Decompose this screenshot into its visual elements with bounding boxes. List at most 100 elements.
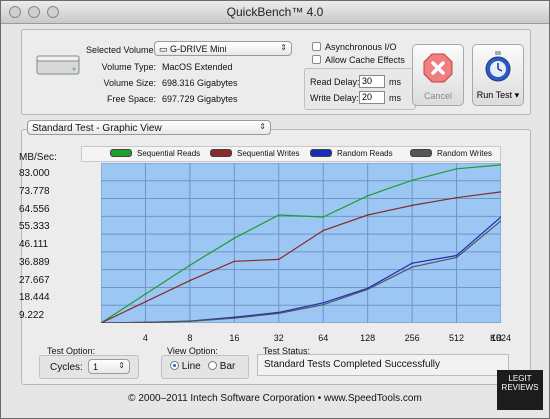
data-point (277, 312, 280, 315)
selected-volume-label: Selected Volume: (85, 45, 156, 55)
stopwatch-icon (485, 51, 511, 82)
data-point (455, 196, 458, 199)
write-delay-label: Write Delay: (310, 93, 359, 103)
data-point (366, 214, 369, 216)
volume-select-value: G-DRIVE Mini (170, 44, 227, 54)
data-point (411, 179, 413, 182)
allow-cache-checkbox[interactable]: Allow Cache Effects (312, 55, 405, 65)
bar-radio[interactable]: Bar (208, 361, 235, 372)
data-point (189, 279, 191, 282)
legit-reviews-watermark: LEGIT REVIEWS (497, 370, 543, 410)
data-point (233, 237, 236, 239)
x-tick-label: 128 (360, 333, 376, 343)
y-axis-title: MB/Sec: (19, 152, 57, 163)
data-point (366, 288, 369, 291)
data-point (411, 266, 413, 268)
free-space-label: Free Space: (106, 94, 156, 104)
view-option-group: Line Bar (161, 355, 249, 379)
y-tick-label: 18.444 (19, 292, 50, 304)
view-mode-select[interactable]: Standard Test - Graphic View ⇕ (27, 120, 271, 135)
allow-cache-label: Allow Cache Effects (325, 55, 405, 65)
legend-swatch-sequential-writes (210, 149, 232, 157)
read-delay-unit: ms (389, 77, 401, 87)
line-radio[interactable]: Line (170, 361, 201, 372)
run-test-button[interactable]: Run Test ▾ (472, 44, 524, 106)
volume-type-label: Volume Type: (101, 62, 156, 72)
stop-x-icon (423, 53, 453, 83)
y-tick-label: 9.222 (19, 310, 45, 322)
data-point (411, 262, 413, 265)
write-delay-unit: ms (389, 93, 401, 103)
chevron-down-icon: ▾ (514, 90, 520, 100)
title-bar: QuickBench™ 4.0 (1, 1, 549, 24)
data-point (189, 264, 191, 266)
write-delay-input[interactable]: 20 (359, 91, 385, 104)
cancel-label: Cancel (423, 91, 452, 101)
y-tick-label: 46.111 (19, 239, 49, 251)
cycles-value: 1 (93, 362, 99, 372)
y-tick-label: 27.667 (19, 274, 50, 286)
quickbench-window: QuickBench™ 4.0 Selected Volume: ▭ G-DRI… (0, 0, 550, 419)
legend-item-sequential-reads: Sequential Reads (110, 149, 200, 158)
popup-arrows-icon: ⇕ (259, 122, 266, 131)
data-point (144, 293, 147, 295)
read-delay-input[interactable]: 30 (359, 75, 385, 88)
y-tick-label: 73.778 (19, 185, 50, 197)
run-test-label: Run Test ▾ (476, 90, 520, 100)
popup-arrows-icon: ⇕ (118, 361, 125, 370)
data-point (366, 194, 369, 197)
chart-legend: Sequential Reads Sequential Writes Rando… (81, 146, 501, 162)
x-axis-unit: KB (489, 333, 502, 343)
volume-size-value: 698.316 Gigabytes (162, 78, 238, 88)
x-tick-label: 8 (187, 333, 193, 343)
async-io-checkbox[interactable]: Asynchronous I/O (312, 42, 397, 52)
y-tick-label: 83.000 (19, 168, 50, 179)
delay-group: Read Delay: 30 ms Write Delay: 20 ms (304, 68, 416, 110)
x-tick-label: 64 (318, 333, 329, 343)
async-io-label: Asynchronous I/O (325, 42, 397, 52)
data-point (455, 256, 458, 259)
legend-swatch-random-reads (310, 149, 332, 157)
volume-panel: Selected Volume: ▭ G-DRIVE Mini ⇕ Volume… (21, 29, 531, 115)
plot-area (101, 163, 501, 323)
legend-swatch-random-writes (410, 149, 432, 157)
window-title: QuickBench™ 4.0 (226, 5, 324, 19)
popup-arrows-icon: ⇕ (280, 43, 287, 52)
free-space-value: 697.729 Gigabytes (162, 94, 238, 104)
x-tick-label: 32 (273, 333, 284, 343)
x-tick-label: 256 (404, 333, 420, 343)
legend-swatch-sequential-reads (110, 149, 132, 157)
data-point (233, 260, 236, 263)
legend-item-random-reads: Random Reads (310, 149, 393, 158)
y-tick-label: 55.333 (19, 221, 50, 233)
data-point (322, 229, 325, 232)
hard-drive-small-icon: ▭ (159, 44, 168, 54)
y-tick-label: 64.556 (19, 203, 50, 215)
view-mode-value: Standard Test - Graphic View (32, 123, 162, 134)
cycles-select[interactable]: 1 ⇕ (88, 359, 130, 374)
legend-item-sequential-writes: Sequential Writes (210, 149, 300, 158)
data-point (411, 204, 413, 207)
read-delay-label: Read Delay: (310, 77, 360, 87)
footer-copyright: © 2000–2011 Intech Software Corporation … (128, 393, 422, 404)
legend-item-random-writes: Random Writes (410, 149, 492, 158)
data-point (322, 301, 325, 304)
data-point (322, 216, 325, 218)
volume-type-value: MacOS Extended (162, 62, 233, 72)
data-point (455, 254, 458, 257)
cancel-button[interactable]: Cancel (412, 44, 464, 106)
throughput-chart (101, 163, 501, 323)
data-point (455, 167, 458, 170)
data-point (277, 258, 280, 261)
data-point (144, 300, 147, 303)
cycles-label: Cycles: (50, 362, 83, 373)
volume-select[interactable]: ▭ G-DRIVE Mini ⇕ (154, 41, 292, 56)
test-option-group: Cycles: 1 ⇕ (39, 355, 139, 379)
x-tick-label: 4 (142, 333, 148, 343)
data-point (322, 303, 325, 306)
test-status-field: Standard Tests Completed Successfully (257, 354, 509, 376)
data-point (233, 317, 236, 319)
x-tick-label: 16 (229, 333, 240, 343)
x-tick-label: 512 (449, 333, 465, 343)
y-tick-label: 36.889 (19, 256, 50, 268)
